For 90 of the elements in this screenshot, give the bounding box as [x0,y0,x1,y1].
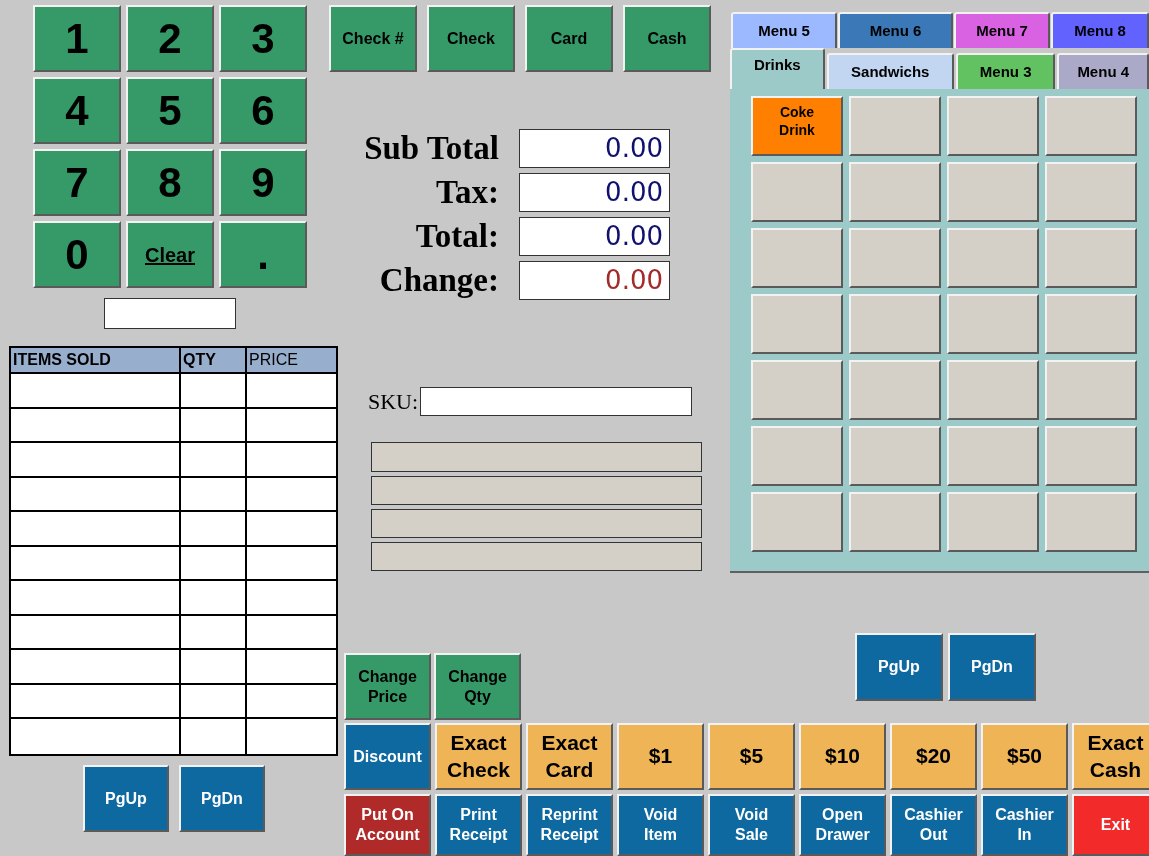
quick-button[interactable]: Exact Card [526,723,613,790]
sku-label: SKU: [368,388,419,416]
empty-slot-button[interactable] [751,294,843,354]
menu-tab[interactable]: Menu 3 [955,53,1056,89]
empty-slot-button[interactable] [947,426,1039,486]
quick-button[interactable]: $5 [708,723,795,790]
function-button[interactable]: Void Item [617,794,704,856]
empty-slot-button[interactable] [1045,492,1137,552]
function-button[interactable]: Cashier In [981,794,1068,856]
key-button[interactable]: 6 [219,77,307,144]
empty-slot-button[interactable] [849,294,941,354]
menu-tab[interactable]: Menu 8 [1051,12,1149,48]
menu-tab[interactable]: Menu 6 [838,12,953,48]
function-button[interactable]: Open Drawer [799,794,886,856]
empty-slot-button[interactable] [947,96,1039,156]
empty-slot-button[interactable] [1045,96,1137,156]
key-button[interactable]: 5 [126,77,214,144]
menu-tab[interactable]: Drinks [730,48,825,89]
key-button[interactable]: 7 [33,149,121,216]
column-header: ITEMS SOLD [11,348,181,372]
function-button[interactable]: Cashier Out [890,794,977,856]
quick-button[interactable]: Exact Cash [1072,723,1149,790]
quick-button[interactable]: Exact Check [435,723,522,790]
menu-tab[interactable]: Sandwichs [826,53,954,89]
empty-slot-button[interactable] [947,294,1039,354]
tender-button[interactable]: Check # [329,5,417,72]
function-button[interactable]: Void Sale [708,794,795,856]
empty-slot-button[interactable] [751,162,843,222]
page-button[interactable]: PgUp [83,765,169,832]
total-label: Change: [378,260,500,300]
empty-slot-button[interactable] [751,492,843,552]
total-label: Tax: [435,172,500,212]
key-button[interactable]: 4 [33,77,121,144]
empty-slot-button[interactable] [751,360,843,420]
empty-slot-button[interactable] [947,228,1039,288]
tender-button[interactable]: Cash [623,5,711,72]
empty-slot-button[interactable] [849,162,941,222]
key-button[interactable]: 2 [126,5,214,72]
menu-tab[interactable]: Menu 4 [1057,53,1149,89]
menu-tab[interactable]: Menu 7 [954,12,1050,48]
column-header: QTY [181,348,247,372]
empty-slot-button[interactable] [1045,360,1137,420]
key-button[interactable]: 8 [126,149,214,216]
key-button[interactable]: 3 [219,5,307,72]
key-button[interactable]: 0 [33,221,121,288]
total-value: 0.00 [519,173,670,212]
empty-slot-button[interactable] [1045,294,1137,354]
total-value: 0.00 [519,129,670,168]
page-button[interactable]: PgDn [948,633,1036,701]
menu-item-button[interactable]: Coke Drink [751,96,843,156]
total-label: Sub Total [363,128,500,168]
page-button[interactable]: PgDn [179,765,265,832]
empty-slot-button[interactable] [1045,426,1137,486]
function-button[interactable]: Put On Account [344,794,431,856]
empty-slot-button[interactable] [849,360,941,420]
empty-slot-button[interactable] [947,162,1039,222]
quick-button[interactable]: Discount [344,723,431,790]
empty-slot-button[interactable] [849,492,941,552]
empty-slot-button[interactable] [947,492,1039,552]
edit-button[interactable]: Change Price [344,653,431,720]
quick-button[interactable]: $20 [890,723,977,790]
empty-slot-button[interactable] [849,228,941,288]
tender-button[interactable]: Card [525,5,613,72]
edit-button[interactable]: Change Qty [434,653,521,720]
tender-button[interactable]: Check [427,5,515,72]
function-button[interactable]: Exit [1072,794,1149,856]
column-header: PRICE [248,350,299,370]
key-button[interactable]: 1 [33,5,121,72]
empty-slot-button[interactable] [947,360,1039,420]
quick-button[interactable]: $1 [617,723,704,790]
empty-slot-button[interactable] [751,426,843,486]
empty-slot-button[interactable] [849,96,941,156]
total-value: 0.00 [519,217,670,256]
total-label: Total: [414,216,500,256]
function-button[interactable]: Print Receipt [435,794,522,856]
total-value: 0.00 [519,261,670,300]
empty-slot-button[interactable] [849,426,941,486]
menu-tab[interactable]: Menu 5 [731,12,837,48]
empty-slot-button[interactable] [1045,162,1137,222]
clear-button[interactable]: Clear [126,221,214,288]
key-button[interactable]: . [219,221,307,288]
empty-slot-button[interactable] [1045,228,1137,288]
entry-field[interactable] [104,298,236,329]
quick-button[interactable]: $50 [981,723,1068,790]
page-button[interactable]: PgUp [855,633,943,701]
key-button[interactable]: 9 [219,149,307,216]
sku-field[interactable] [420,387,693,416]
function-button[interactable]: Reprint Receipt [526,794,613,856]
empty-slot-button[interactable] [751,228,843,288]
quick-button[interactable]: $10 [799,723,886,790]
